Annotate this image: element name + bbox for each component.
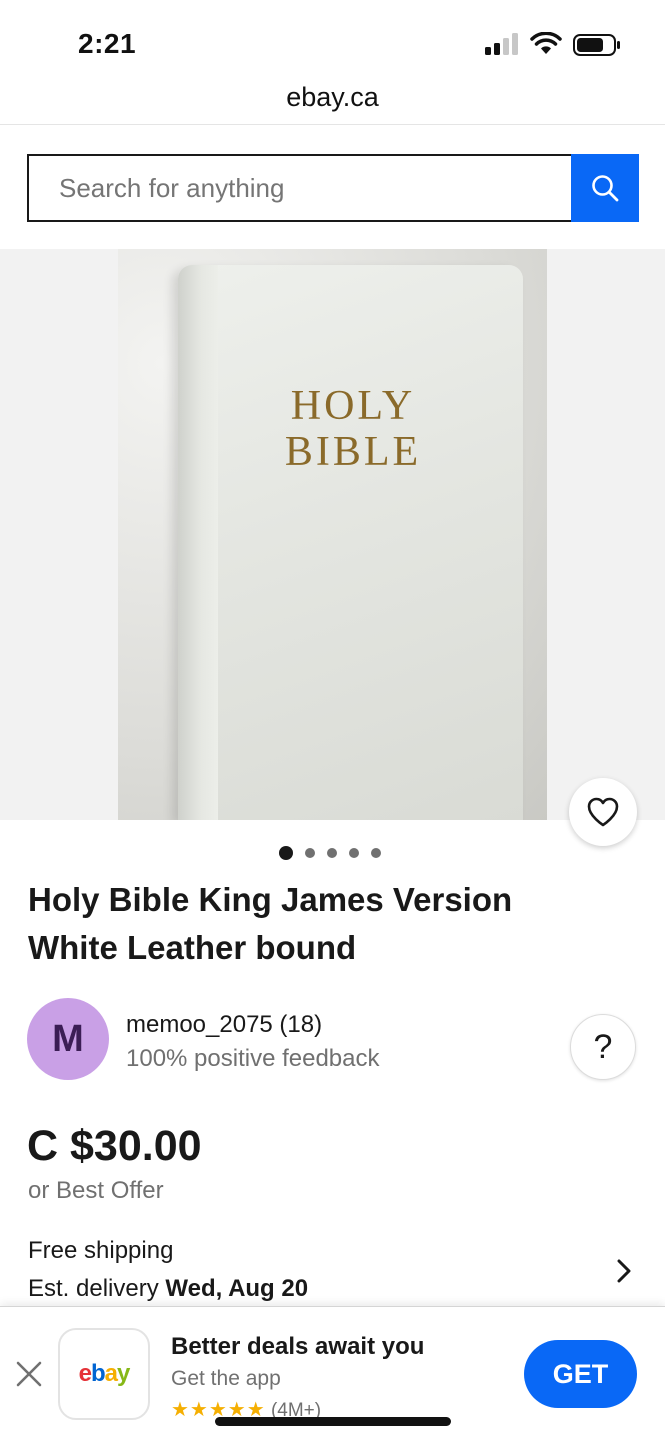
home-indicator[interactable] [215,1417,451,1426]
wifi-icon [530,32,562,54]
pagination-dot[interactable] [371,848,381,858]
item-price: C $30.00 [27,1122,202,1170]
search-button[interactable] [571,154,639,222]
get-app-button[interactable]: GET [524,1340,637,1408]
signal-icon [485,33,518,55]
book-spine [178,265,218,820]
item-title: Holy Bible King James Version White Leat… [28,881,513,966]
pagination-dot[interactable] [305,848,315,858]
ebay-app-logo[interactable]: ebay [58,1328,150,1420]
banner-title: Better deals await you [171,1333,425,1360]
pagination-dot[interactable] [279,846,293,860]
search-icon [592,175,619,202]
search-input[interactable] [27,154,573,222]
search-bar [27,154,639,222]
chevron-right-icon[interactable] [612,1256,636,1286]
help-button[interactable]: ? [570,1014,636,1080]
delivery-date: Wed, Aug 20 [165,1275,309,1302]
status-time: 2:21 [78,28,137,59]
item-photo[interactable]: HOLY BIBLE [118,249,547,820]
pagination-dot[interactable] [327,848,337,858]
logo-letter: e [78,1360,92,1387]
pagination-dot[interactable] [349,848,359,858]
best-offer-label: or Best Offer [28,1177,164,1204]
address-bar[interactable]: ebay.ca [0,72,665,125]
url-text: ebay.ca [286,82,379,112]
book-cover: HOLY BIBLE [178,265,523,820]
image-gallery[interactable]: HOLY BIBLE [0,249,665,820]
watchlist-button[interactable] [569,778,637,846]
logo-letter: b [90,1360,106,1387]
shipping-info[interactable]: Free shipping [28,1237,173,1265]
seller-name[interactable]: memoo_2075 (18) [126,1011,322,1039]
banner-subtitle: Get the app [171,1367,281,1390]
logo-letter: y [117,1360,130,1387]
book-cover-text: HOLY BIBLE [284,383,422,475]
delivery-label: Est. delivery [28,1275,159,1302]
seller-avatar[interactable]: M [27,998,109,1080]
close-icon[interactable] [14,1359,44,1389]
seller-feedback: 100% positive feedback [126,1045,380,1072]
logo-letter: a [104,1360,118,1387]
battery-icon [573,34,620,56]
status-bar: 2:21 [0,0,665,72]
gallery-pagination [279,846,381,860]
heart-icon [587,797,619,827]
delivery-estimate[interactable]: Est. delivery Wed, Aug 20 [28,1275,308,1303]
help-icon: ? [593,1027,613,1066]
